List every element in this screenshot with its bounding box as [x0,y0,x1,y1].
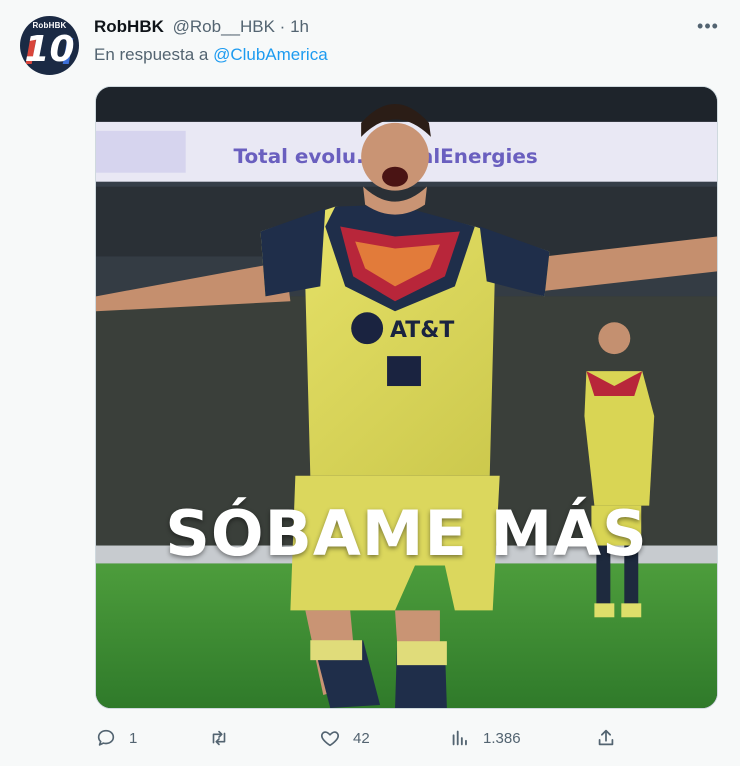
share-button[interactable] [595,726,617,750]
retweet-button[interactable] [208,726,242,750]
like-count: 42 [353,729,370,747]
timestamp[interactable]: 1h [290,17,309,36]
retweet-icon [212,730,226,746]
tweet[interactable]: RobHBK 10 RobHBK @Rob__HBK · 1h ••• En r… [0,0,740,766]
views-icon [452,730,467,746]
share-icon [598,729,614,746]
reply-mention-link[interactable]: @ClubAmerica [213,45,328,64]
user-handle[interactable]: @Rob__HBK [173,17,275,36]
jersey-sponsor: AT&T [390,318,454,343]
reply-count: 1 [129,729,138,747]
tweet-image[interactable]: Total evolu... TotalEnergies AT&T SÓBAME… [95,86,718,709]
meme-caption: SÓBAME MÁS [165,497,648,570]
views-count: 1.386 [483,729,521,747]
avatar[interactable]: RobHBK 10 [20,16,79,75]
like-button[interactable]: 42 [319,726,370,750]
display-name[interactable]: RobHBK [94,17,164,36]
heart-icon [320,731,340,747]
reply-prefix: En respuesta a [94,45,214,64]
tweet-actions: 1 42 1.386 [95,726,718,750]
views-button[interactable]: 1.386 [449,726,521,750]
more-icon[interactable]: ••• [694,16,722,40]
reply-context: En respuesta a @ClubAmerica [94,45,328,65]
separator: · [279,17,286,36]
reply-icon [97,729,115,746]
tweet-header: RobHBK @Rob__HBK · 1h [94,17,309,39]
photo-scene: Total evolu... TotalEnergies AT&T [96,87,717,708]
avatar-number: 10 [24,29,75,70]
reply-button[interactable]: 1 [95,726,137,750]
